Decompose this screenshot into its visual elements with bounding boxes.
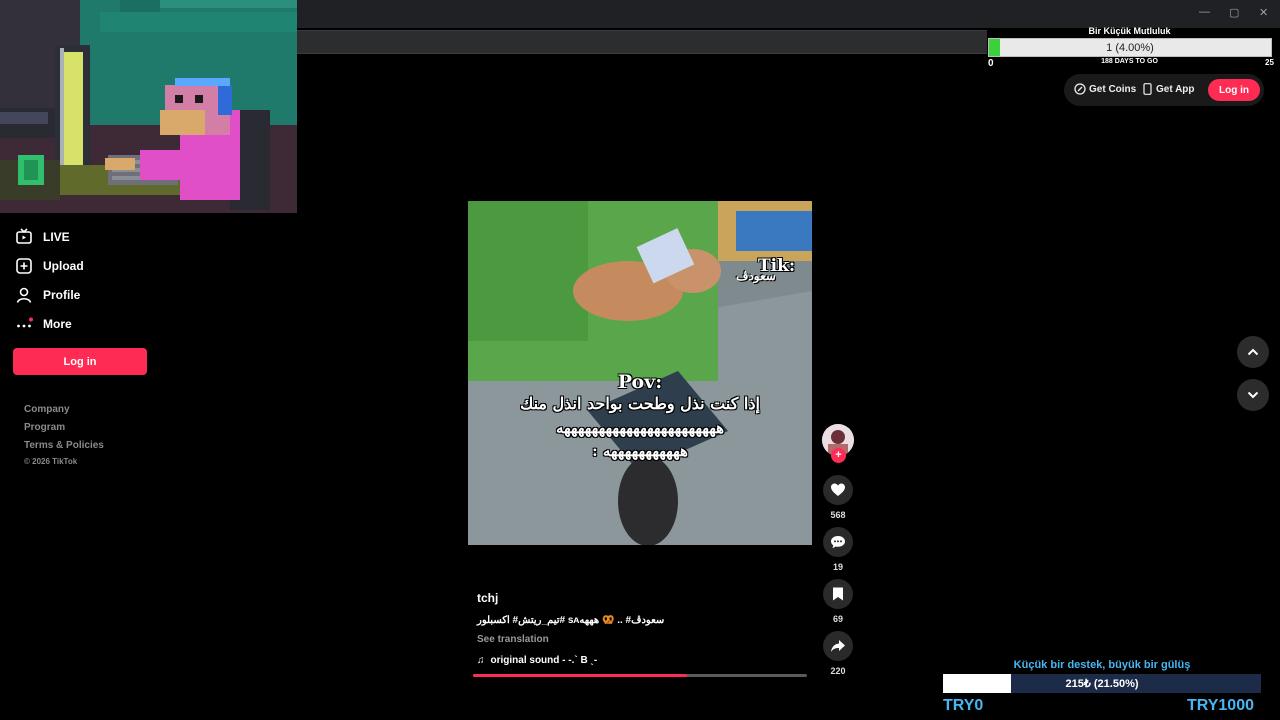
get-coins-label: Get Coins [1089, 83, 1137, 95]
minimize-icon[interactable]: — [1199, 6, 1210, 18]
donation-max: TRY1000 [1187, 697, 1254, 714]
comment-button[interactable] [823, 527, 853, 557]
save-count: 69 [832, 614, 843, 624]
goal-title: Bir Küçük Mutluluk [1088, 26, 1171, 36]
browser-address-bar[interactable] [297, 30, 987, 54]
get-app-label: Get App [1156, 83, 1195, 95]
like-button[interactable] [823, 475, 853, 505]
donation-progress-bar: 215₺ (21.50%) [943, 674, 1261, 693]
save-button[interactable] [823, 579, 853, 609]
previous-video-button[interactable] [1237, 336, 1269, 368]
donation-min: TRY0 [943, 697, 984, 714]
follow-button[interactable]: + [831, 448, 846, 463]
footer-link-terms[interactable]: Terms & Policies [24, 440, 104, 451]
sidebar-item-live[interactable]: LIVE [14, 225, 70, 249]
heart-icon [831, 483, 845, 496]
comment-count: 19 [832, 562, 843, 572]
donation-goal-title: Küçük bir destek, büyük bir gülüş [1013, 659, 1191, 671]
video-progress-fill [473, 674, 687, 677]
see-translation-link[interactable]: See translation [477, 634, 549, 645]
sidebar-login-button[interactable]: Log in [13, 348, 147, 375]
live-tv-icon [14, 227, 34, 247]
share-arrow-icon [831, 640, 845, 652]
sound-label: original sound - -.` B ˎ- [490, 655, 598, 666]
video-overlay-pov: Pov: [617, 371, 663, 393]
more-dots-icon [14, 314, 34, 334]
copyright: © 2026 TikTok [24, 457, 78, 466]
sidebar-item-label: Profile [43, 288, 81, 302]
browser-tab-strip [297, 0, 1280, 28]
phone-icon [1143, 83, 1152, 95]
close-icon[interactable]: ✕ [1259, 6, 1268, 19]
post-caption: تيم_ريتش# اكسبلور# ѕᴀسعودڤ# .. 🥨 هههه [477, 615, 665, 626]
goal-overlay: Bir Küçük Mutluluk 1 (4.00%) 0 188 DAYS … [987, 26, 1277, 70]
goal-days-left: 188 DAYS TO GO [1101, 58, 1158, 65]
footer-link-program[interactable]: Program [24, 422, 65, 433]
sidebar-item-upload[interactable]: Upload [14, 254, 84, 278]
author-username[interactable]: tchj [477, 591, 498, 605]
coin-icon [1074, 83, 1086, 95]
person-icon [14, 285, 34, 305]
maximize-icon[interactable]: ▢ [1229, 6, 1239, 19]
comment-icon [831, 536, 845, 549]
music-note-icon: ♫ [477, 655, 485, 666]
get-coins-button[interactable]: Get Coins [1074, 83, 1136, 95]
video-player[interactable]: Tik: سعودڤ Pov: إذا كنت نذل وطحت بواحد ا… [468, 201, 812, 545]
sidebar-item-label: Upload [43, 259, 84, 273]
pixel-art-streamer-overlay [0, 0, 297, 213]
like-count: 568 [830, 510, 846, 520]
chevron-down-icon [1247, 391, 1259, 399]
sidebar-item-label: LIVE [43, 230, 70, 244]
sidebar-item-label: More [43, 317, 72, 331]
sidebar-item-profile[interactable]: Profile [14, 283, 80, 307]
video-progress-bar[interactable] [473, 674, 807, 677]
video-overlay-line: هههههههههههههههههههههههه [555, 419, 725, 437]
screen: — ▢ ✕ Bir Küçük Mutluluk 1 (4.00%) 0 188… [0, 0, 1280, 720]
video-overlay-line: هههههههههههه : [592, 442, 688, 460]
header-login-button[interactable]: Log in [1208, 79, 1260, 101]
goal-max: 25 [1265, 58, 1274, 67]
get-app-button[interactable]: Get App [1143, 83, 1195, 95]
chevron-up-icon [1247, 348, 1259, 356]
bookmark-icon [833, 587, 843, 601]
header-actions: Get Coins Get App Log in [1064, 74, 1264, 106]
share-count: 220 [830, 666, 846, 676]
donation-progress-text: 215₺ (21.50%) [1065, 678, 1139, 690]
video-watermark-user: سعودڤ [736, 269, 776, 283]
goal-progress-bar: 1 (4.00%) [988, 38, 1272, 57]
sound-link[interactable]: ♫ original sound - -.` B ˎ- [477, 655, 597, 666]
share-button[interactable] [823, 631, 853, 661]
plus-square-icon [14, 256, 34, 276]
next-video-button[interactable] [1237, 379, 1269, 411]
goal-progress-text: 1 (4.00%) [1106, 42, 1154, 54]
footer-link-company[interactable]: Company [24, 404, 70, 415]
video-overlay-line: إذا كنت نذل وطحت بواحد انذل منك [520, 394, 760, 413]
sidebar-item-more[interactable]: More [14, 312, 72, 336]
pixel-monkey-illustration [0, 0, 297, 213]
